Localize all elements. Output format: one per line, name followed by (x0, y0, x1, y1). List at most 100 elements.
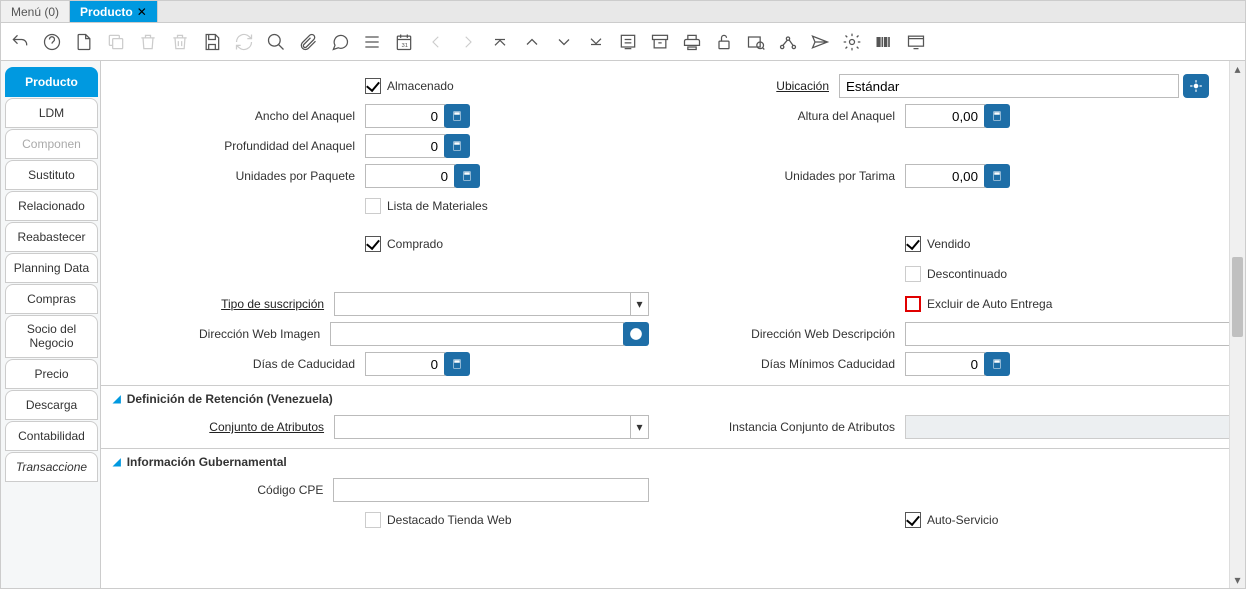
tab-menu[interactable]: Menú (0) (1, 1, 70, 22)
scroll-thumb[interactable] (1232, 257, 1243, 337)
sidebar-item-socio[interactable]: Socio del Negocio (5, 315, 98, 358)
gear-icon[interactable] (841, 31, 863, 53)
screen-icon[interactable] (905, 31, 927, 53)
calc-button[interactable] (454, 164, 480, 188)
delete-selected-icon (169, 31, 191, 53)
input-ancho-anaquel[interactable] (365, 104, 445, 128)
calc-button[interactable] (444, 352, 470, 376)
label-vendido: Vendido (927, 237, 970, 251)
label-conjunto-atributos[interactable]: Conjunto de Atributos (109, 420, 334, 434)
scroll-down-icon[interactable]: ▾ (1230, 572, 1245, 588)
label-lista-materiales: Lista de Materiales (387, 199, 488, 213)
locator-button[interactable] (1183, 74, 1209, 98)
calc-button[interactable] (444, 134, 470, 158)
sidebar-item-relacionado[interactable]: Relacionado (5, 191, 98, 221)
combo-conjunto-atributos[interactable]: ▾ (334, 415, 649, 439)
input-dir-web-desc[interactable] (905, 322, 1229, 346)
workflow-icon[interactable] (777, 31, 799, 53)
checkbox-auto-servicio[interactable] (905, 512, 921, 528)
undo-icon[interactable] (9, 31, 31, 53)
checkbox-comprado[interactable] (365, 236, 381, 252)
sidebar-item-reabastecer[interactable]: Reabastecer (5, 222, 98, 252)
sidebar-item-sustituto[interactable]: Sustituto (5, 160, 98, 190)
label-excluir-auto-entrega: Excluir de Auto Entrega (927, 297, 1052, 311)
sidebar-item-producto[interactable]: Producto (5, 67, 98, 97)
list-icon[interactable] (361, 31, 383, 53)
scroll-up-icon[interactable]: ▴ (1230, 61, 1245, 77)
calc-button[interactable] (984, 104, 1010, 128)
nav-last-icon[interactable] (585, 31, 607, 53)
nav-down-icon[interactable] (553, 31, 575, 53)
calc-button[interactable] (444, 104, 470, 128)
chevron-down-icon[interactable]: ▾ (630, 416, 648, 438)
sidebar-item-componentes[interactable]: Componen (5, 129, 98, 159)
input-profundidad[interactable] (365, 134, 445, 158)
calendar-icon[interactable]: 31 (393, 31, 415, 53)
input-unidades-paquete[interactable] (365, 164, 455, 188)
label-destacado-tienda: Destacado Tienda Web (387, 513, 512, 527)
collapse-icon: ◢ (113, 394, 121, 405)
sidebar-item-descarga[interactable]: Descarga (5, 390, 98, 420)
request-icon[interactable] (809, 31, 831, 53)
section-gubernamental[interactable]: ◢ Información Gubernamental (101, 448, 1229, 471)
calc-button[interactable] (984, 164, 1010, 188)
input-codigo-cpe[interactable] (333, 478, 649, 502)
report-icon[interactable] (617, 31, 639, 53)
label-dir-web-imagen: Dirección Web Imagen (109, 327, 330, 341)
label-instancia-atributos: Instancia Conjunto de Atributos (649, 420, 905, 434)
checkbox-excluir-auto-entrega[interactable] (905, 296, 921, 312)
calc-button[interactable] (984, 352, 1010, 376)
checkbox-vendido[interactable] (905, 236, 921, 252)
search-icon[interactable] (265, 31, 287, 53)
vertical-scrollbar[interactable]: ▴ ▾ (1229, 61, 1245, 588)
label-dir-web-desc: Dirección Web Descripción (649, 327, 905, 341)
label-auto-servicio: Auto-Servicio (927, 513, 998, 527)
product-info-icon[interactable] (873, 31, 895, 53)
nav-prev-icon (425, 31, 447, 53)
label-tipo-suscripcion[interactable]: Tipo de suscripción (109, 297, 334, 311)
refresh-icon (233, 31, 255, 53)
lock-icon[interactable] (713, 31, 735, 53)
sidebar-item-ldm[interactable]: LDM (5, 98, 98, 128)
checkbox-destacado-tienda[interactable] (365, 512, 381, 528)
chevron-down-icon[interactable]: ▾ (630, 293, 648, 315)
checkbox-almacenado[interactable] (365, 78, 381, 94)
input-instancia-atributos (905, 415, 1229, 439)
combo-tipo-suscripcion[interactable]: ▾ (334, 292, 649, 316)
sidebar-item-precio[interactable]: Precio (5, 359, 98, 389)
label-descontinuado: Descontinuado (927, 267, 1007, 281)
nav-up-icon[interactable] (521, 31, 543, 53)
label-comprado: Comprado (387, 237, 443, 251)
sidebar-item-transacciones[interactable]: Transaccione (5, 452, 98, 482)
input-ubicacion[interactable] (839, 74, 1179, 98)
save-icon[interactable] (201, 31, 223, 53)
section-retencion[interactable]: ◢ Definición de Retención (Venezuela) (101, 385, 1229, 408)
zoom-across-icon[interactable] (745, 31, 767, 53)
checkbox-descontinuado[interactable] (905, 266, 921, 282)
input-unidades-tarima[interactable] (905, 164, 985, 188)
help-icon[interactable] (41, 31, 63, 53)
nav-next-icon (457, 31, 479, 53)
sidebar-item-planning[interactable]: Planning Data (5, 253, 98, 283)
svg-text:31: 31 (402, 43, 408, 49)
tab-producto[interactable]: Producto ✕ (70, 1, 158, 22)
web-button[interactable] (623, 322, 649, 346)
input-altura-anaquel[interactable] (905, 104, 985, 128)
label-unidades-tarima: Unidades por Tarima (649, 169, 905, 183)
print-icon[interactable] (681, 31, 703, 53)
input-dias-caducidad[interactable] (365, 352, 445, 376)
nav-first-icon[interactable] (489, 31, 511, 53)
new-record-icon[interactable] (73, 31, 95, 53)
input-dir-web-imagen[interactable] (330, 322, 624, 346)
input-dias-min-caducidad[interactable] (905, 352, 985, 376)
archive-icon[interactable] (649, 31, 671, 53)
chat-icon[interactable] (329, 31, 351, 53)
attachment-icon[interactable] (297, 31, 319, 53)
checkbox-lista-materiales[interactable] (365, 198, 381, 214)
sidebar-item-compras[interactable]: Compras (5, 284, 98, 314)
label-dias-min-caducidad: Días Mínimos Caducidad (649, 357, 905, 371)
label-profundidad: Profundidad del Anaquel (109, 139, 365, 153)
sidebar-item-contabilidad[interactable]: Contabilidad (5, 421, 98, 451)
close-icon[interactable]: ✕ (137, 5, 147, 19)
label-ubicacion[interactable]: Ubicación (583, 79, 839, 93)
